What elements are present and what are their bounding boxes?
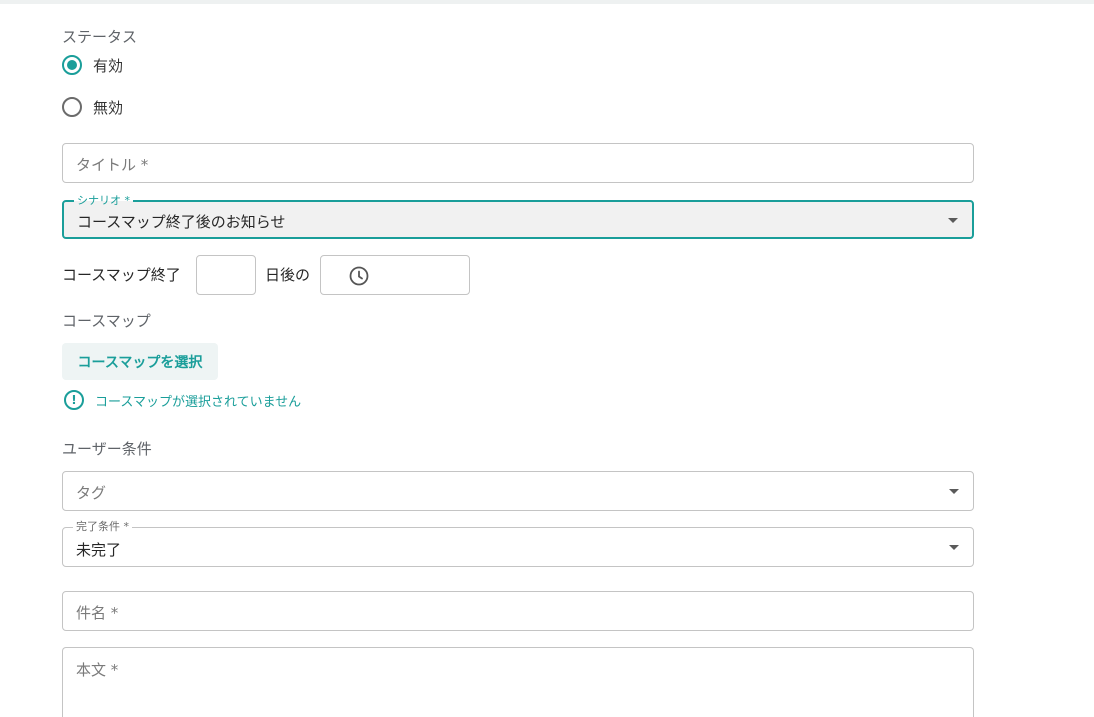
status-option-active[interactable]: 有効 bbox=[62, 53, 123, 77]
scenario-label: シナリオ * bbox=[74, 195, 133, 207]
completion-label: 完了条件 * bbox=[73, 521, 132, 533]
scenario-select[interactable]: シナリオ * コースマップ終了後のお知らせ bbox=[62, 195, 974, 239]
body-placeholder: 本文 * bbox=[76, 661, 119, 679]
user-conditions-label: ユーザー条件 bbox=[62, 440, 152, 458]
status-label: ステータス bbox=[62, 28, 138, 46]
tag-select[interactable]: タグ bbox=[62, 471, 974, 511]
title-placeholder: タイトル * bbox=[76, 156, 149, 174]
timing-prefix: コースマップ終了 bbox=[62, 266, 181, 284]
days-input[interactable] bbox=[196, 255, 256, 295]
status-option-inactive-label: 無効 bbox=[93, 98, 124, 117]
tag-placeholder: タグ bbox=[76, 484, 107, 502]
time-input[interactable] bbox=[320, 255, 470, 295]
status-option-active-label: 有効 bbox=[93, 56, 124, 75]
top-bar bbox=[0, 0, 1094, 4]
alert-circle-icon: ! bbox=[64, 390, 84, 410]
completion-value: 未完了 bbox=[76, 541, 122, 559]
coursemap-label: コースマップ bbox=[62, 312, 151, 330]
title-field[interactable]: タイトル * bbox=[62, 143, 974, 183]
subject-placeholder: 件名 * bbox=[76, 604, 119, 622]
completion-select[interactable]: 完了条件 * 未完了 bbox=[62, 521, 974, 567]
select-coursemap-button[interactable]: コースマップを選択 bbox=[62, 343, 218, 380]
coursemap-warning-text: コースマップが選択されていません bbox=[95, 394, 302, 410]
chevron-down-icon bbox=[949, 545, 959, 550]
clock-icon[interactable] bbox=[348, 265, 370, 291]
radio-inactive[interactable] bbox=[62, 97, 82, 117]
coursemap-warning: ! コースマップが選択されていません bbox=[64, 390, 301, 410]
radio-active[interactable] bbox=[62, 55, 82, 75]
chevron-down-icon bbox=[948, 217, 958, 223]
body-field[interactable]: 本文 * bbox=[62, 647, 974, 717]
scenario-value: コースマップ終了後のお知らせ bbox=[77, 213, 286, 231]
subject-field[interactable]: 件名 * bbox=[62, 591, 974, 631]
timing-middle: 日後の bbox=[265, 266, 311, 284]
status-option-inactive[interactable]: 無効 bbox=[62, 95, 123, 119]
chevron-down-icon bbox=[949, 489, 959, 494]
